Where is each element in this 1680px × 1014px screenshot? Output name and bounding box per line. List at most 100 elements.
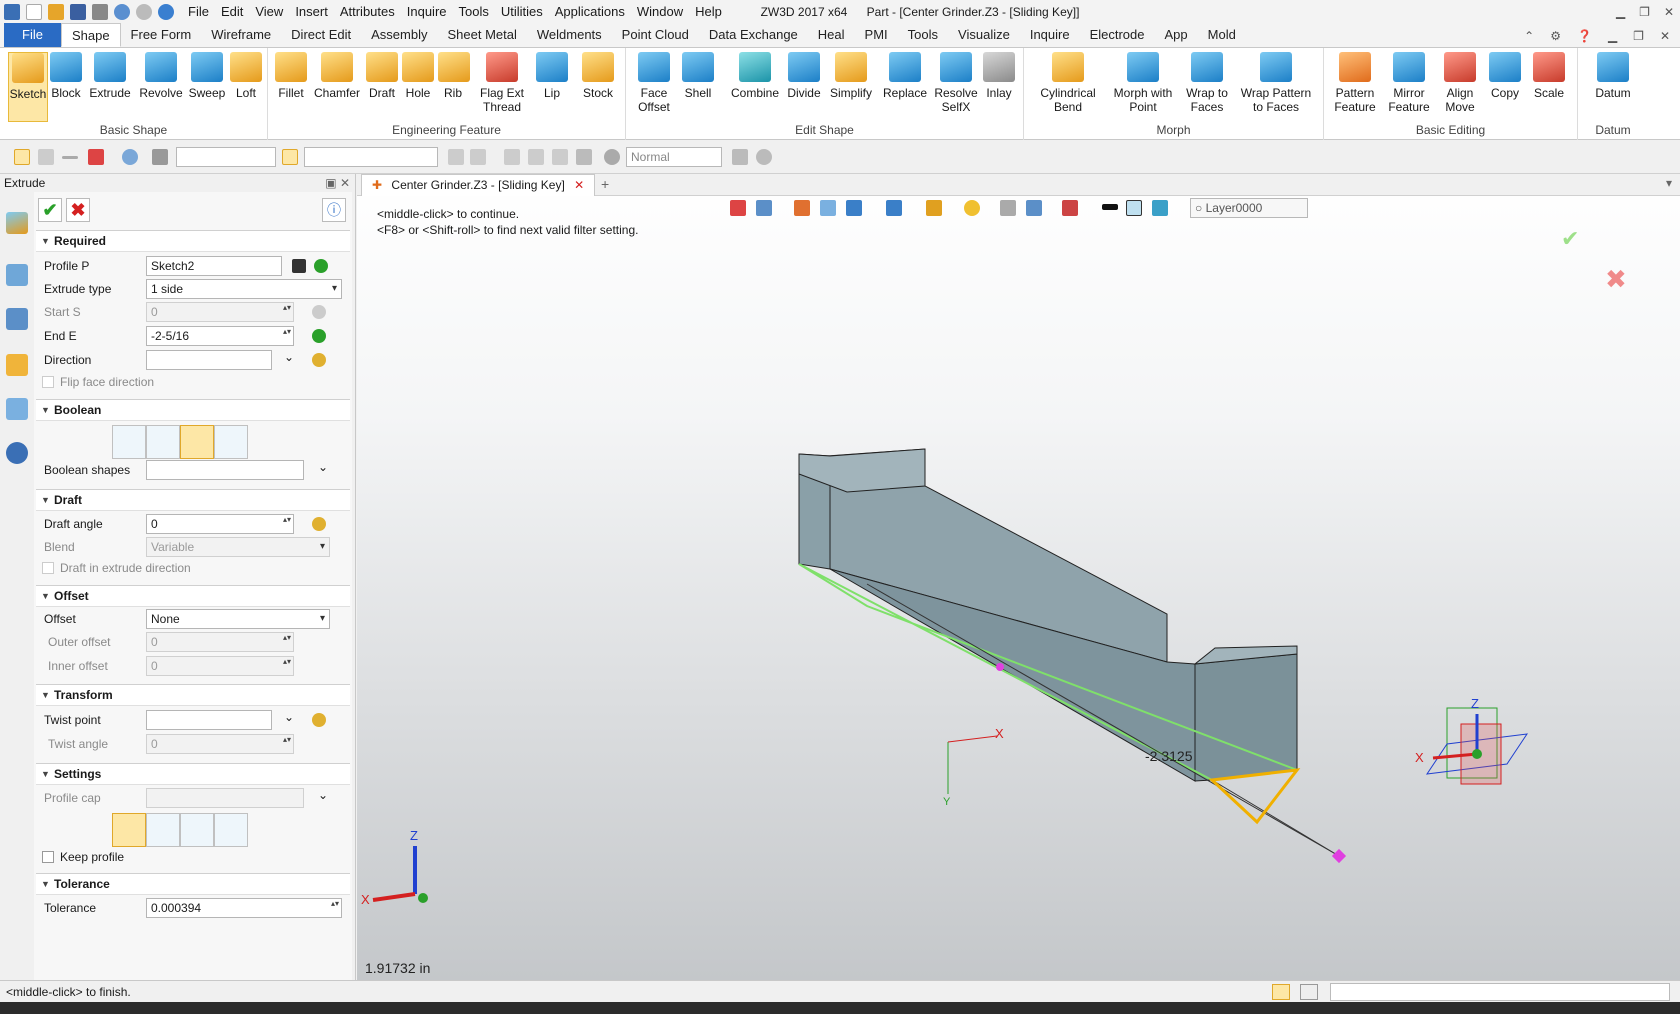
redo-icon[interactable] xyxy=(136,4,152,20)
cancel-x-icon[interactable]: ✖ xyxy=(66,198,90,222)
feature-icon[interactable] xyxy=(6,212,28,234)
face-offset-button[interactable]: Face Offset xyxy=(634,52,674,114)
boolean-remove-button[interactable] xyxy=(180,425,214,459)
filter-combo[interactable] xyxy=(176,147,276,167)
wrap-pattern-to-faces-button[interactable]: Wrap Pattern to Faces xyxy=(1238,52,1314,114)
settings-gear-icon[interactable]: ⚙ xyxy=(1550,24,1561,48)
pick-grid-icon[interactable] xyxy=(88,149,104,165)
section-settings[interactable]: Settings xyxy=(36,763,350,785)
refresh-icon[interactable] xyxy=(158,4,174,20)
model-canvas[interactable] xyxy=(357,174,1680,980)
undo-icon[interactable] xyxy=(114,4,130,20)
twist-angle-field[interactable]: 0 xyxy=(146,734,294,754)
section-transform[interactable]: Transform xyxy=(36,684,350,706)
tool-g-icon[interactable] xyxy=(732,149,748,165)
document-tab[interactable]: ✚ Center Grinder.Z3 - [Sliding Key] ✕ xyxy=(361,174,596,196)
tab-visualize[interactable]: Visualize xyxy=(948,23,1020,47)
tab-wireframe[interactable]: Wireframe xyxy=(201,23,281,47)
twist-point-field[interactable] xyxy=(146,710,272,730)
tab-free-form[interactable]: Free Form xyxy=(121,23,202,47)
tab-shape[interactable]: Shape xyxy=(60,23,121,47)
drag-handle-mid[interactable] xyxy=(996,663,1004,671)
profile-sketch-icon[interactable] xyxy=(292,259,306,273)
menu-tools[interactable]: Tools xyxy=(453,0,495,24)
pattern-feature-button[interactable]: Pattern Feature xyxy=(1330,52,1380,114)
gizmo-origin[interactable] xyxy=(1472,749,1482,759)
tab-inquire[interactable]: Inquire xyxy=(1020,23,1080,47)
shade-icon[interactable] xyxy=(846,200,862,216)
boolean-intersect-button[interactable] xyxy=(214,425,248,459)
menu-utilities[interactable]: Utilities xyxy=(495,0,549,24)
sweep-button[interactable]: Sweep xyxy=(188,52,226,100)
direction-pick-icon[interactable] xyxy=(312,353,326,367)
tree-icon[interactable] xyxy=(6,308,28,330)
menu-insert[interactable]: Insert xyxy=(289,0,334,24)
layer-combo[interactable]: ○ Layer0000 xyxy=(1190,198,1308,218)
collapse-ribbon-icon[interactable]: ⌃ xyxy=(1524,24,1534,48)
tab-heal[interactable]: Heal xyxy=(808,23,855,47)
offset-select[interactable]: None xyxy=(146,609,330,629)
section-icon[interactable] xyxy=(926,200,942,216)
tab-data-exchange[interactable]: Data Exchange xyxy=(699,23,808,47)
profile-field[interactable]: Sketch2 xyxy=(146,256,282,276)
blend-select[interactable]: Variable xyxy=(146,537,330,557)
section-offset[interactable]: Offset xyxy=(36,585,350,607)
app-logo-icon[interactable] xyxy=(4,4,20,20)
drag-handle-end[interactable] xyxy=(1331,848,1347,864)
keep-profile-checkbox[interactable] xyxy=(42,851,54,863)
tab-file[interactable]: File xyxy=(4,23,61,47)
tool-c-icon[interactable] xyxy=(504,149,520,165)
boolean-add-button[interactable] xyxy=(146,425,180,459)
accept-check-icon[interactable]: ✔ xyxy=(1561,226,1579,252)
tab-assembly[interactable]: Assembly xyxy=(361,23,437,47)
simplify-button[interactable]: Simplify xyxy=(828,52,874,100)
help-icon[interactable]: ❓ xyxy=(1577,24,1592,48)
image-icon[interactable] xyxy=(6,398,28,420)
tool-d-icon[interactable] xyxy=(528,149,544,165)
face-color-icon[interactable] xyxy=(1126,200,1142,216)
loft-button[interactable]: Loft xyxy=(230,52,262,100)
tool-f-icon[interactable] xyxy=(576,149,592,165)
section-draft[interactable]: Draft xyxy=(36,489,350,511)
render-mode-icon[interactable] xyxy=(604,149,620,165)
menu-file[interactable]: File xyxy=(182,0,215,24)
start-field[interactable]: 0 xyxy=(146,302,294,322)
part-far-end[interactable] xyxy=(1194,653,1298,782)
pick-point-icon[interactable] xyxy=(38,149,54,165)
twist-point-pick-icon[interactable] xyxy=(312,713,326,727)
inlay-button[interactable]: Inlay xyxy=(982,52,1016,100)
save-icon[interactable] xyxy=(70,4,86,20)
section-tolerance[interactable]: Tolerance xyxy=(36,873,350,895)
exit-view-icon[interactable] xyxy=(730,200,746,216)
boolean-base-button[interactable] xyxy=(112,425,146,459)
copy-button[interactable]: Copy xyxy=(1488,52,1522,100)
tool-e-icon[interactable] xyxy=(552,149,568,165)
select-arrow-icon[interactable] xyxy=(14,149,30,165)
tab-point-cloud[interactable]: Point Cloud xyxy=(612,23,699,47)
dimension-tool-icon[interactable] xyxy=(1026,200,1042,216)
extrude-button[interactable]: Extrude xyxy=(88,52,132,100)
smart-pick-icon[interactable] xyxy=(282,149,298,165)
display-mode-icon[interactable] xyxy=(886,200,902,216)
section-boolean[interactable]: Boolean xyxy=(36,399,350,421)
pick-line-icon[interactable] xyxy=(62,156,78,159)
mirror-feature-button[interactable]: Mirror Feature xyxy=(1384,52,1434,114)
menu-attributes[interactable]: Attributes xyxy=(334,0,401,24)
minimize-icon[interactable]: ▁ xyxy=(1616,0,1625,24)
tab-direct-edit[interactable]: Direct Edit xyxy=(281,23,361,47)
rib-button[interactable]: Rib xyxy=(438,52,470,100)
cylindrical-bend-button[interactable]: Cylindrical Bend xyxy=(1036,52,1100,114)
ok-check-icon[interactable]: ✔ xyxy=(38,198,62,222)
cap-option-1-button[interactable] xyxy=(112,813,146,847)
chamfer-button[interactable]: Chamfer xyxy=(312,52,362,100)
menu-edit[interactable]: Edit xyxy=(215,0,249,24)
min-doc-icon[interactable]: ▁ xyxy=(1608,24,1617,48)
view-orient-icon[interactable] xyxy=(756,200,772,216)
inner-offset-field[interactable]: 0 xyxy=(146,656,294,676)
zoom-fit-icon[interactable] xyxy=(1000,200,1016,216)
stock-button[interactable]: Stock xyxy=(578,52,618,100)
info-icon[interactable]: ⓘ xyxy=(322,198,346,222)
draft-angle-field[interactable]: 0 xyxy=(146,514,294,534)
restore-icon[interactable]: ❐ xyxy=(1639,0,1650,24)
new-file-icon[interactable] xyxy=(26,4,42,20)
